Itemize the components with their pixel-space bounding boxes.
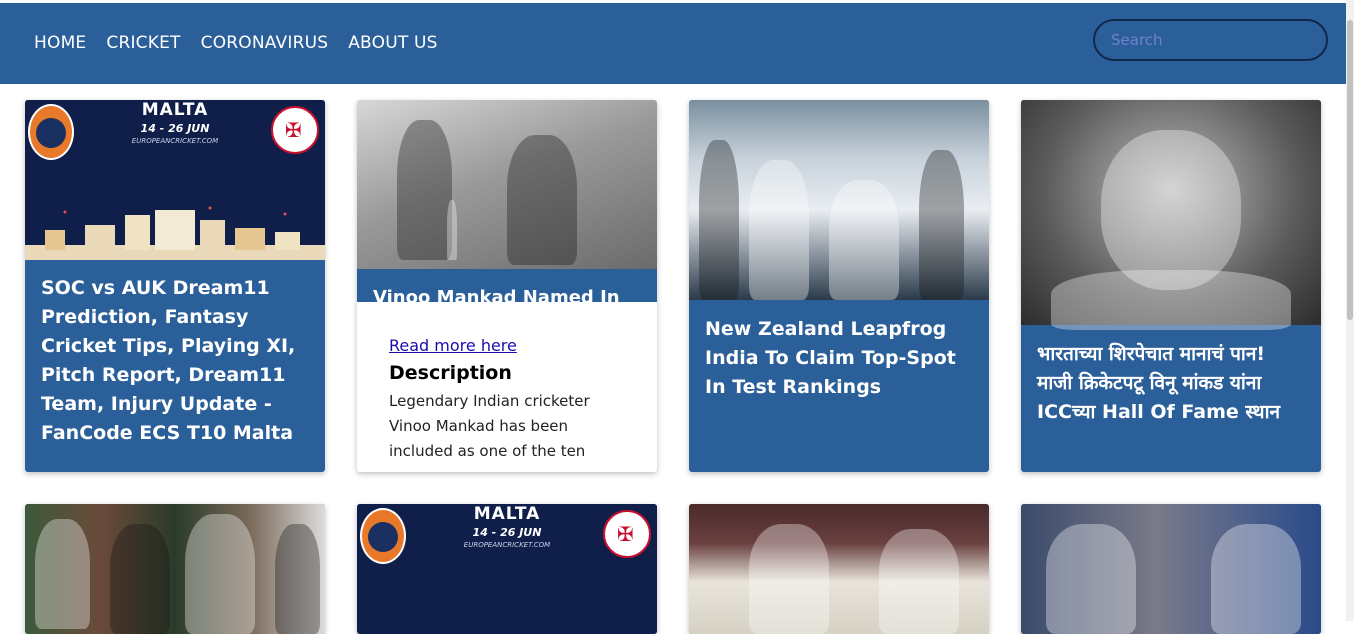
description-heading: Description [389,362,512,384]
card-title[interactable]: भारताच्या शिरपेचात मानाचं पान! माजी क्रि… [1037,340,1305,427]
read-more-link[interactable]: Read more here [389,336,517,355]
skyline-graphic [25,206,325,260]
players-press-photo [1021,504,1321,634]
malta-banner-image: MALTA 14 - 26 JUN EUROPEANCRICKET.COM ✠ [25,100,325,260]
article-card-expanded[interactable]: Vinoo Mankad Named In Read more here Des… [357,100,657,472]
portrait-photo [1021,100,1321,330]
test-match-photo [689,504,989,634]
cricketers-collage-photo [25,504,325,634]
nav-about-us[interactable]: ABOUT US [348,33,437,53]
malta-seal-logo: ✠ [271,106,319,154]
card-title[interactable]: SOC vs AUK Dream11 Prediction, Fantasy C… [41,274,309,448]
navbar: HOME CRICKET CORONAVIRUS ABOUT US [0,3,1346,84]
article-card[interactable]: New Zealand Leapfrog India To Claim Top-… [689,100,989,472]
card-title-bar: Vinoo Mankad Named In [357,269,657,302]
team-trophy-photo [689,100,989,300]
nav-coronavirus[interactable]: CORONAVIRUS [201,33,329,53]
vintage-batting-photo [357,100,657,269]
scrollbar-thumb[interactable] [1347,20,1353,320]
nav-links: HOME CRICKET CORONAVIRUS ABOUT US [34,33,458,53]
article-card[interactable]: भारताच्या शिरपेचात मानाचं पान! माजी क्रि… [1021,100,1321,472]
card-title[interactable]: New Zealand Leapfrog India To Claim Top-… [705,315,973,402]
malta-seal-logo: ✠ [603,510,651,558]
article-card[interactable] [689,504,989,634]
nav-cricket[interactable]: CRICKET [106,33,180,53]
card-title[interactable]: Vinoo Mankad Named In [373,287,620,302]
search-input[interactable] [1093,19,1328,61]
article-card[interactable]: MALTA 14 - 26 JUN EUROPEANCRICKET.COM ✠ [357,504,657,634]
article-card[interactable] [25,504,325,634]
malta-banner-image: MALTA 14 - 26 JUN EUROPEANCRICKET.COM ✠ [357,504,657,634]
description-text: Legendary Indian cricketer Vinoo Mankad … [389,392,605,469]
nav-home[interactable]: HOME [34,33,86,53]
article-card[interactable]: MALTA 14 - 26 JUN EUROPEANCRICKET.COM ✠ … [25,100,325,472]
article-card[interactable] [1021,504,1321,634]
